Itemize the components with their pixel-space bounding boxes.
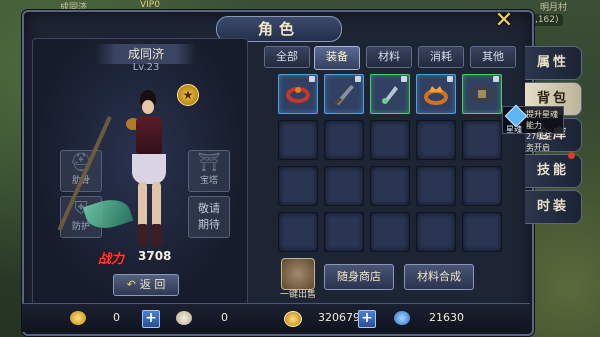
inventory-slot-empty[interactable] xyxy=(278,166,318,206)
dagger-icon xyxy=(382,86,398,104)
one-click-sell-label: 一键出售 xyxy=(279,290,316,300)
tab-equipment[interactable]: 装备 xyxy=(314,46,360,70)
tab-materials[interactable]: 材料 xyxy=(366,46,412,68)
add-coin-button[interactable]: + xyxy=(358,310,376,328)
hud-zone-name: 明月村 xyxy=(540,3,568,13)
inventory-slot-empty[interactable] xyxy=(324,120,364,160)
inventory-slot-empty[interactable] xyxy=(370,166,410,206)
back-arrow-icon: ↶ xyxy=(126,278,136,291)
coming-soon-label: 敬请 期待 xyxy=(198,202,220,231)
inventory-slot[interactable] xyxy=(278,74,318,114)
belt-icon xyxy=(469,84,495,104)
power-value: 3708 xyxy=(138,249,172,263)
inventory-slot[interactable] xyxy=(324,74,364,114)
inventory-slot-empty[interactable] xyxy=(416,120,456,160)
gem-icon xyxy=(394,311,410,325)
inventory-slot-empty[interactable] xyxy=(462,120,502,160)
lock-icon xyxy=(493,76,499,82)
equip-slot-right-top[interactable]: ⛩ 宝塔 xyxy=(188,150,230,192)
coin-icon xyxy=(284,311,302,327)
equip-slot-right-bottom[interactable]: 敬请 期待 xyxy=(188,196,230,238)
bracelet-icon xyxy=(286,87,310,103)
inventory-slot-empty[interactable] xyxy=(370,120,410,160)
inventory-slot-empty[interactable] xyxy=(324,212,364,252)
inventory-grid xyxy=(278,74,502,258)
sword-icon xyxy=(334,85,354,106)
inventory-slot-empty[interactable] xyxy=(324,166,364,206)
back-button[interactable]: ↶ 返 回 xyxy=(113,274,179,296)
crown-ring-icon xyxy=(424,86,448,105)
one-click-sell-button[interactable] xyxy=(281,258,315,290)
add-gold-ingot-button[interactable]: + xyxy=(142,310,160,328)
inventory-slot-empty[interactable] xyxy=(278,120,318,160)
inventory-slot-empty[interactable] xyxy=(462,212,502,252)
combat-power: 战力 3708 xyxy=(98,248,198,267)
power-label: 战力 xyxy=(98,252,125,267)
pagoda-icon: ⛩ xyxy=(197,152,221,173)
tab-other[interactable]: 其他 xyxy=(470,46,516,68)
close-button[interactable]: ✕ xyxy=(493,10,515,32)
portable-shop-button[interactable]: 随身商店 xyxy=(324,264,394,290)
inventory-slot[interactable] xyxy=(416,74,456,114)
tab-consumables[interactable]: 消耗 xyxy=(418,46,464,68)
inventory-slot-empty[interactable] xyxy=(462,166,502,206)
side-tab-fashion[interactable]: 时装 xyxy=(525,190,582,224)
gem-value: 21630 xyxy=(429,311,464,324)
inventory-slot-empty[interactable] xyxy=(278,212,318,252)
inventory-slot-empty[interactable] xyxy=(370,212,410,252)
inventory-slot[interactable] xyxy=(462,74,502,114)
notification-dot xyxy=(568,152,575,159)
material-synthesis-button[interactable]: 材料合成 xyxy=(404,264,474,290)
inventory-slot[interactable] xyxy=(370,74,410,114)
character-figure xyxy=(57,88,180,248)
character-level: Lv.23 xyxy=(132,62,160,73)
lock-icon xyxy=(309,76,315,82)
star-soul-label: 星魂 xyxy=(506,125,522,134)
tab-all[interactable]: 全部 xyxy=(264,46,310,68)
gold-ingot-icon xyxy=(70,311,86,325)
currency-bar: 0 + 0 320679 + 21630 xyxy=(22,303,530,332)
bound-ingot-value: 0 xyxy=(221,311,228,324)
talent-icon[interactable]: ★ xyxy=(177,84,199,106)
coin-value: 320679 xyxy=(318,311,360,324)
character-name: 成同济 xyxy=(96,44,196,64)
inventory-slot-empty[interactable] xyxy=(416,212,456,252)
inventory-tabs: 全部 装备 材料 消耗 其他 xyxy=(264,46,516,70)
gold-ingot-value: 0 xyxy=(113,311,120,324)
lock-icon xyxy=(447,76,453,82)
side-tab-skills[interactable]: 技能 xyxy=(525,154,582,188)
lock-icon xyxy=(401,76,407,82)
lock-icon xyxy=(355,76,361,82)
bound-ingot-icon xyxy=(176,311,192,325)
hud-vip[interactable]: VIP0 xyxy=(140,0,160,10)
side-tab-attributes[interactable]: 属性 xyxy=(525,46,582,80)
inventory-slot-empty[interactable] xyxy=(416,166,456,206)
